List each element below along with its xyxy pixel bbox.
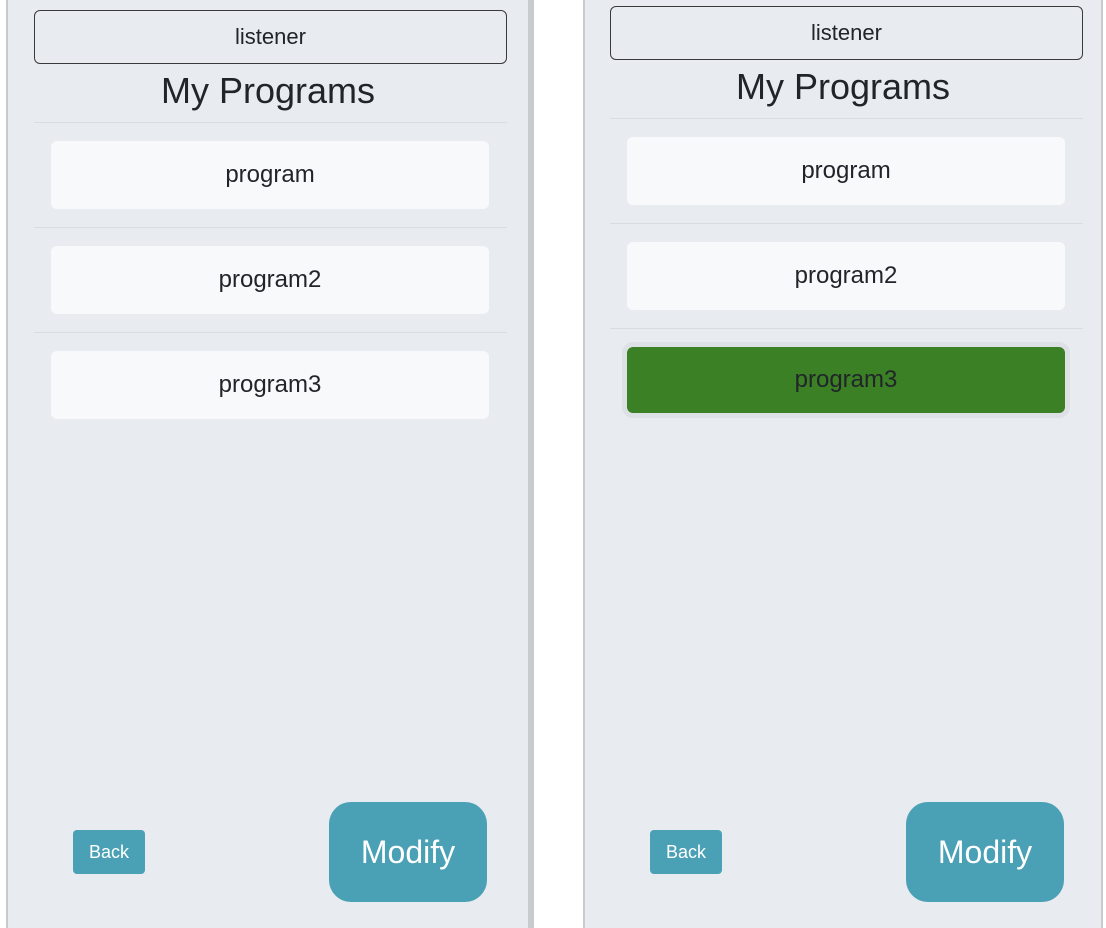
program-button[interactable]: program2 <box>51 246 489 314</box>
list-item: program <box>34 123 507 227</box>
list-item: program2 <box>610 224 1083 328</box>
program-button[interactable]: program3 <box>51 351 489 419</box>
listener-button[interactable]: listener <box>34 10 507 64</box>
program-button[interactable]: program <box>51 141 489 209</box>
listener-button[interactable]: listener <box>610 6 1083 60</box>
modify-button[interactable]: Modify <box>329 802 487 902</box>
program-button-selected[interactable]: program3 <box>627 347 1065 413</box>
page-title: My Programs <box>735 66 951 107</box>
list-item: program3 <box>34 333 507 437</box>
screen-before-selection: listener My Programs program program2 pr… <box>6 0 534 928</box>
program-button[interactable]: program <box>627 137 1065 205</box>
list-item: program3 <box>610 329 1083 433</box>
list-item: program <box>610 119 1083 223</box>
page-title: My Programs <box>160 70 376 111</box>
back-button[interactable]: Back <box>73 830 145 874</box>
program-list: program program2 program3 <box>610 118 1083 433</box>
modify-button[interactable]: Modify <box>906 802 1064 902</box>
back-button[interactable]: Back <box>650 830 722 874</box>
screen-after-selection: listener My Programs program program2 pr… <box>583 0 1103 928</box>
program-button[interactable]: program2 <box>627 242 1065 310</box>
program-list: program program2 program3 <box>34 122 507 437</box>
list-item: program2 <box>34 228 507 332</box>
